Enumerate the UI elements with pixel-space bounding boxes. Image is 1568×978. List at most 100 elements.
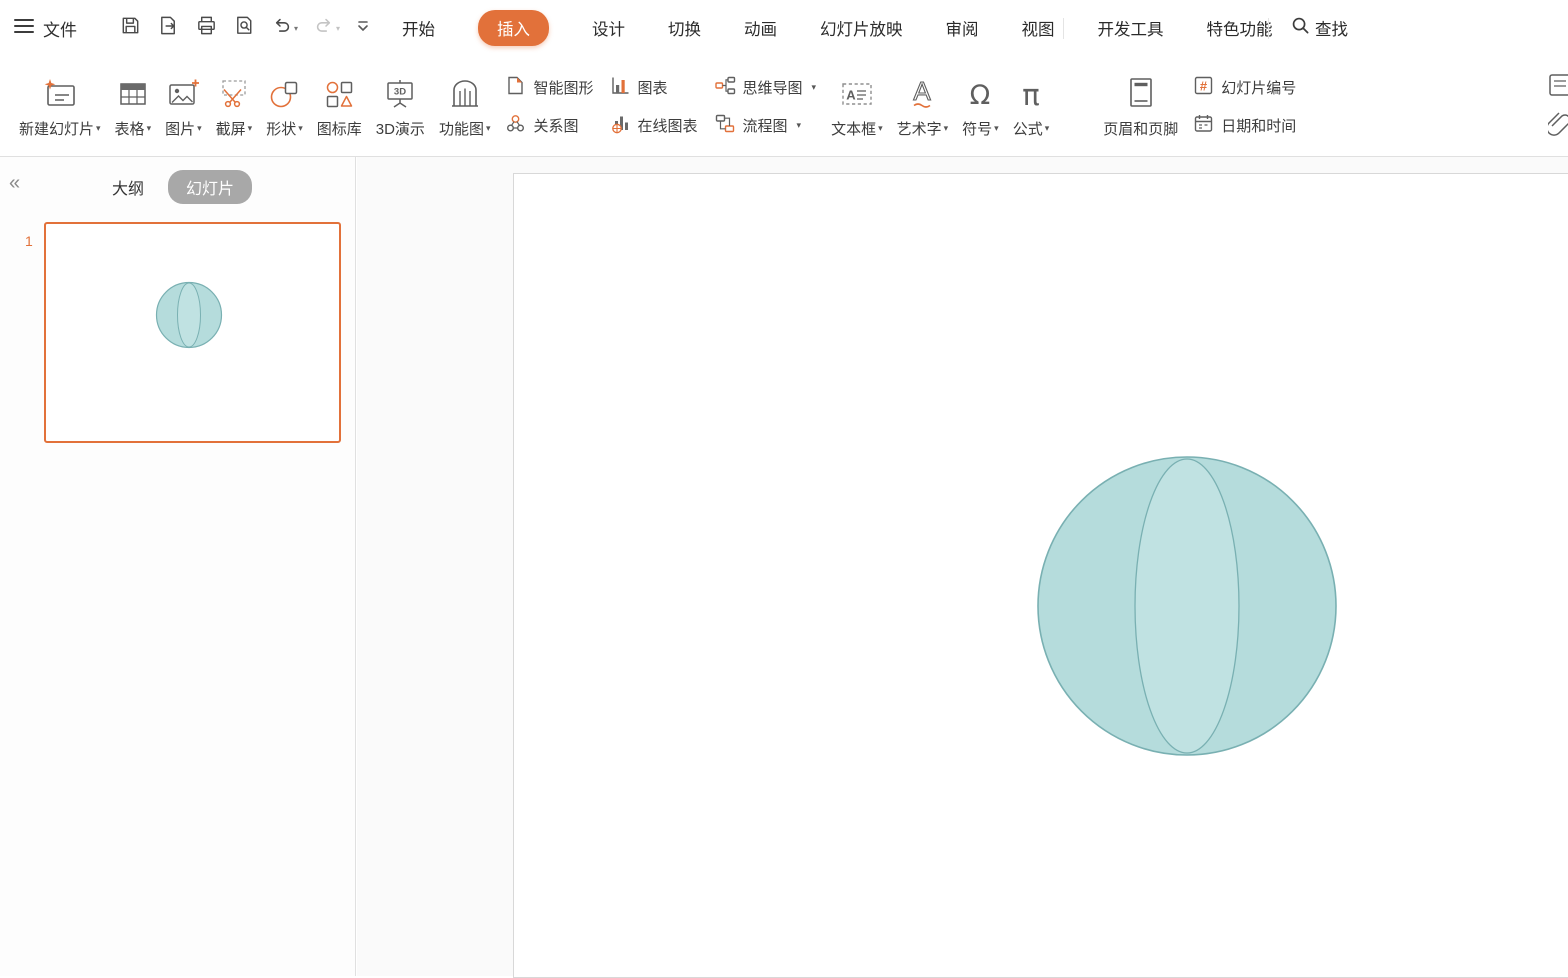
table-button[interactable]: 表格▾: [108, 74, 159, 139]
search-icon: [1291, 16, 1310, 40]
shapes-button[interactable]: 形状▾: [259, 74, 310, 139]
slide-canvas[interactable]: [513, 173, 1568, 978]
print-button[interactable]: [190, 12, 223, 44]
flowchart-button[interactable]: 流程图 ▾: [714, 113, 817, 138]
menubar: 文件: [0, 0, 1568, 56]
clipped-paperclip-icon[interactable]: [1548, 112, 1568, 138]
function-diagram-button[interactable]: 功能图▾: [432, 74, 498, 139]
menu-tab-insert[interactable]: 插入: [478, 10, 549, 46]
shapes-icon: [268, 74, 300, 110]
slide-thumbnail[interactable]: [44, 222, 341, 443]
chevron-down-icon: ▾: [147, 123, 152, 134]
chart-button[interactable]: 图表: [610, 75, 698, 100]
table-icon: [117, 74, 149, 110]
sphere-shape-thumbnail: [154, 280, 224, 350]
word-art-icon: A: [905, 74, 939, 110]
relation-diagram-label: 关系图: [533, 115, 578, 136]
ribbon-column-graphics: 智能图形 关系图: [497, 75, 601, 138]
collapse-panel-button[interactable]: «: [9, 173, 20, 193]
export-button[interactable]: [152, 12, 185, 44]
customize-toolbar-button[interactable]: [350, 12, 376, 44]
ribbon-overflow-edge: [1544, 56, 1568, 156]
symbol-icon: Ω: [964, 74, 996, 110]
menu-tab-home[interactable]: 开始: [402, 16, 435, 40]
menu-tab-special-features[interactable]: 特色功能: [1207, 16, 1273, 40]
online-chart-label: 在线图表: [638, 115, 698, 136]
picture-button[interactable]: 图片▾: [158, 74, 209, 139]
flowchart-label: 流程图: [743, 115, 788, 136]
header-footer-button[interactable]: 页眉和页脚: [1096, 74, 1185, 139]
ribbon-insert: 新建幻灯片▾ 表格▾ 图片▾: [0, 56, 1568, 157]
3d-presentation-label: 3D演示: [376, 118, 425, 139]
menu-tab-developer[interactable]: 开发工具: [1098, 16, 1164, 40]
redo-dropdown-caret-icon[interactable]: ▾: [336, 24, 340, 33]
icon-library-label: 图标库: [317, 118, 362, 139]
word-art-label: 艺术字: [897, 118, 942, 139]
text-box-button[interactable]: A 文本框▾: [824, 74, 890, 139]
print-preview-button[interactable]: [228, 12, 261, 44]
search-button[interactable]: 查找: [1291, 0, 1348, 56]
shapes-label: 形状: [266, 118, 296, 139]
chevron-down-icon: ▾: [797, 120, 802, 131]
hamburger-menu-icon: [14, 18, 34, 39]
file-menu-button[interactable]: 文件: [14, 0, 77, 56]
file-menu-label: 文件: [43, 16, 77, 41]
chevron-down-icon: ▾: [96, 123, 101, 134]
save-icon: [119, 14, 142, 42]
tab-outline[interactable]: 大纲: [112, 175, 144, 199]
slide-number-button[interactable]: # 幻灯片编号: [1193, 75, 1296, 100]
relation-diagram-button[interactable]: 关系图: [505, 113, 593, 138]
menu-tab-transitions[interactable]: 切换: [668, 16, 701, 40]
chevron-down-icon: ▾: [1045, 123, 1050, 134]
undo-button[interactable]: ▾: [266, 12, 303, 44]
menubar-divider: [1268, 18, 1269, 39]
new-slide-button[interactable]: 新建幻灯片▾: [12, 74, 108, 139]
mind-map-button[interactable]: 思维导图 ▾: [714, 75, 817, 100]
new-slide-icon: [42, 74, 78, 110]
picture-label: 图片: [165, 118, 195, 139]
relation-diagram-icon: [505, 113, 526, 138]
symbol-button[interactable]: Ω 符号▾: [955, 74, 1006, 139]
panel-tab-bar: 大纲 幻灯片: [112, 170, 252, 204]
word-art-button[interactable]: A 艺术字▾: [890, 74, 956, 139]
online-chart-icon: [610, 113, 631, 138]
sphere-shape[interactable]: [1035, 454, 1339, 758]
ribbon-column-maps: 思维导图 ▾ 流程图 ▾: [706, 75, 825, 138]
slide-number-icon: #: [1193, 75, 1214, 100]
menu-tab-view[interactable]: 视图: [1022, 16, 1055, 40]
screenshot-button[interactable]: 截屏▾: [209, 74, 260, 139]
more-chevron-icon: [355, 19, 371, 38]
redo-button[interactable]: ▾: [308, 12, 345, 44]
chevron-down-icon: ▾: [878, 123, 883, 134]
menu-tab-slideshow[interactable]: 幻灯片放映: [820, 16, 903, 40]
icon-library-button[interactable]: 图标库: [310, 74, 369, 139]
online-chart-button[interactable]: 在线图表: [610, 113, 698, 138]
menu-tab-animation[interactable]: 动画: [744, 16, 777, 40]
formula-button[interactable]: π 公式▾: [1006, 74, 1057, 139]
tab-slides[interactable]: 幻灯片: [168, 170, 252, 204]
search-label: 查找: [1315, 16, 1348, 40]
undo-icon: [271, 15, 293, 42]
3d-presentation-button[interactable]: 3D 3D演示: [369, 74, 432, 139]
header-footer-icon: [1125, 74, 1157, 110]
slide-number-label: 幻灯片编号: [1221, 77, 1296, 98]
table-label: 表格: [115, 118, 145, 139]
header-footer-label: 页眉和页脚: [1103, 118, 1178, 139]
clipped-board-icon[interactable]: [1548, 72, 1568, 98]
svg-text:A: A: [914, 76, 932, 106]
picture-icon: [166, 74, 200, 110]
chevron-down-icon: ▾: [994, 123, 999, 134]
smart-graphics-button[interactable]: 智能图形: [505, 75, 593, 100]
smart-graphics-label: 智能图形: [533, 77, 593, 98]
undo-dropdown-caret-icon[interactable]: ▾: [294, 24, 298, 33]
chevron-down-icon: ▾: [812, 82, 817, 93]
mind-map-label: 思维导图: [743, 77, 803, 98]
smart-graphics-icon: [505, 75, 526, 100]
menu-tab-design[interactable]: 设计: [592, 16, 625, 40]
date-time-button[interactable]: 日期和时间: [1193, 113, 1296, 138]
save-button[interactable]: [114, 12, 147, 44]
menu-tab-review[interactable]: 审阅: [946, 16, 979, 40]
svg-text:#: #: [1200, 78, 1208, 93]
print-icon: [195, 14, 218, 42]
screenshot-label: 截屏: [216, 118, 246, 139]
